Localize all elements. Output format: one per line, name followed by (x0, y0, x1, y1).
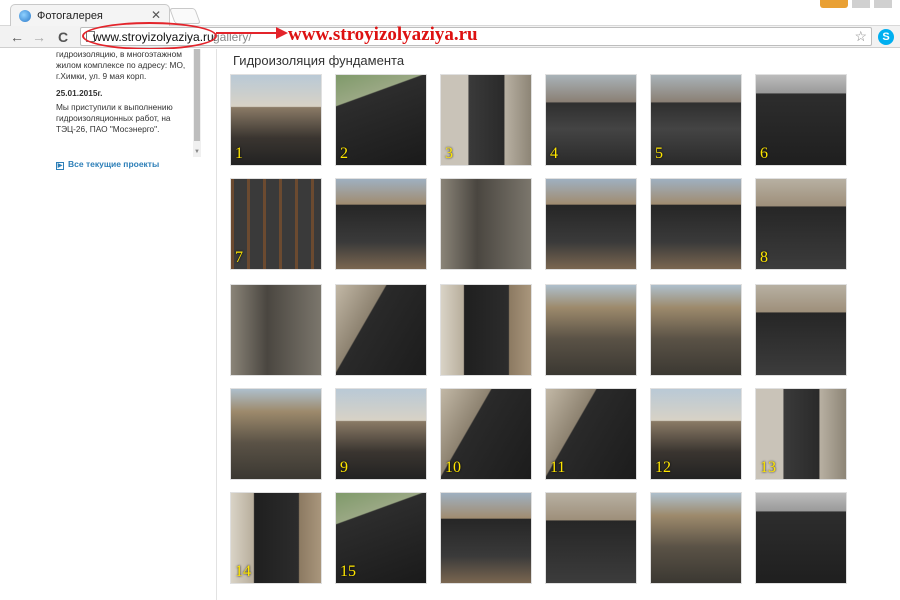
thumbnail-number: 11 (550, 459, 566, 476)
thumbnail-photo (756, 75, 846, 165)
minimize-button[interactable] (852, 0, 870, 8)
annotation-text: www.stroyizolyaziya.ru (288, 24, 478, 45)
all-projects-label: Все текущие проекты (68, 159, 160, 169)
news-item: гидроизоляцию, в многоэтажном жилом комп… (56, 49, 186, 81)
thumbnail-number: 9 (340, 459, 348, 476)
news-scrollbar[interactable]: ▼ (193, 49, 201, 157)
gallery-thumbnail[interactable] (650, 284, 742, 376)
thumbnail-photo (336, 285, 426, 375)
gallery-thumbnail[interactable]: 5 (650, 74, 742, 166)
gallery-thumbnail[interactable]: 15 (335, 492, 427, 584)
bookmark-star-icon[interactable]: ☆ (854, 28, 867, 45)
scroll-down-icon[interactable]: ▼ (193, 149, 201, 157)
gallery-thumbnail[interactable] (440, 284, 532, 376)
gallery-thumbnail[interactable] (650, 178, 742, 270)
thumbnail-photo (546, 75, 636, 165)
thumbnail-number: 12 (655, 459, 671, 476)
forward-icon[interactable]: → (30, 28, 48, 46)
gallery-thumbnail[interactable] (230, 388, 322, 480)
gallery-thumbnail[interactable] (545, 284, 637, 376)
thumbnail-photo (651, 285, 741, 375)
annotation-ellipse (82, 22, 217, 50)
sidebar: гидроизоляцию, в многоэтажном жилом комп… (0, 49, 217, 600)
tab-close-icon[interactable]: ✕ (151, 8, 161, 22)
thumbnail-photo (441, 75, 531, 165)
thumbnail-photo (231, 389, 321, 479)
gallery-thumbnail[interactable]: 14 (230, 492, 322, 584)
gallery-thumbnail[interactable] (755, 284, 847, 376)
new-tab-button[interactable] (169, 8, 201, 24)
reload-icon[interactable]: C (54, 28, 72, 46)
maximize-button[interactable] (874, 0, 892, 8)
thumbnail-photo (546, 285, 636, 375)
thumbnail-photo (651, 75, 741, 165)
thumbnail-photo (336, 389, 426, 479)
thumbnail-photo (336, 179, 426, 269)
thumbnail-photo (231, 179, 321, 269)
gallery-thumbnail[interactable] (545, 492, 637, 584)
annotation-arrow-icon (216, 27, 288, 39)
thumbnail-number: 4 (550, 145, 558, 162)
thumbnail-photo (546, 179, 636, 269)
tab-title: Фотогалерея (37, 10, 103, 22)
thumbnail-photo (651, 179, 741, 269)
all-projects-link[interactable]: ▶ Все текущие проекты (56, 159, 159, 170)
skype-icon[interactable]: S (878, 29, 894, 45)
play-arrow-icon: ▶ (56, 162, 64, 170)
gallery-thumbnail[interactable]: 3 (440, 74, 532, 166)
thumbnail-photo (231, 285, 321, 375)
gallery-thumbnail[interactable]: 12 (650, 388, 742, 480)
gallery-thumbnail[interactable] (650, 492, 742, 584)
site-favicon-icon (19, 10, 31, 22)
gallery-thumbnail[interactable] (440, 178, 532, 270)
thumbnail-photo (756, 493, 846, 583)
gallery-thumbnail[interactable]: 6 (755, 74, 847, 166)
thumbnail-photo (441, 285, 531, 375)
gallery-thumbnail[interactable]: 1 (230, 74, 322, 166)
thumbnail-photo (441, 493, 531, 583)
thumbnail-number: 15 (340, 563, 356, 580)
gallery-thumbnail[interactable] (545, 178, 637, 270)
thumbnail-number: 1 (235, 145, 243, 162)
gallery-thumbnail[interactable] (755, 492, 847, 584)
gallery-thumbnail[interactable]: 7 (230, 178, 322, 270)
thumbnail-number: 10 (445, 459, 461, 476)
thumbnail-number: 6 (760, 145, 768, 162)
gallery-thumbnail[interactable]: 11 (545, 388, 637, 480)
gallery-thumbnail[interactable]: 2 (335, 74, 427, 166)
gallery-thumbnail[interactable]: 4 (545, 74, 637, 166)
gallery-thumbnail[interactable] (335, 178, 427, 270)
news-block: гидроизоляцию, в многоэтажном жилом комп… (56, 49, 191, 138)
thumbnail-photo (651, 493, 741, 583)
thumbnail-photo (441, 179, 531, 269)
thumbnail-number: 13 (760, 459, 776, 476)
thumbnail-photo (336, 75, 426, 165)
thumbnail-number: 3 (445, 145, 453, 162)
thumbnail-photo (756, 285, 846, 375)
back-icon[interactable]: ← (8, 28, 26, 46)
page-title: Гидроизоляция фундамента (233, 53, 405, 68)
news-date: 25.01.2015г. (56, 88, 103, 98)
thumbnail-photo (546, 493, 636, 583)
scrollbar-thumb[interactable] (194, 49, 200, 141)
thumbnail-number: 5 (655, 145, 663, 162)
gallery-thumbnail[interactable] (230, 284, 322, 376)
thumbnail-number: 14 (235, 563, 251, 580)
gallery-thumbnail[interactable]: 13 (755, 388, 847, 480)
gallery-thumbnail[interactable] (440, 492, 532, 584)
thumbnail-number: 7 (235, 249, 243, 266)
thumbnail-number: 8 (760, 249, 768, 266)
thumbnail-photo (231, 75, 321, 165)
gallery-thumbnail[interactable]: 8 (755, 178, 847, 270)
thumbnail-number: 2 (340, 145, 348, 162)
gallery-thumbnail[interactable]: 9 (335, 388, 427, 480)
news-item: Мы приступили к выполнению гидроизоляцио… (56, 102, 173, 134)
thumbnail-photo (756, 179, 846, 269)
gallery-thumbnail[interactable] (335, 284, 427, 376)
gallery-thumbnail[interactable]: 10 (440, 388, 532, 480)
user-profile-button[interactable] (820, 0, 848, 8)
